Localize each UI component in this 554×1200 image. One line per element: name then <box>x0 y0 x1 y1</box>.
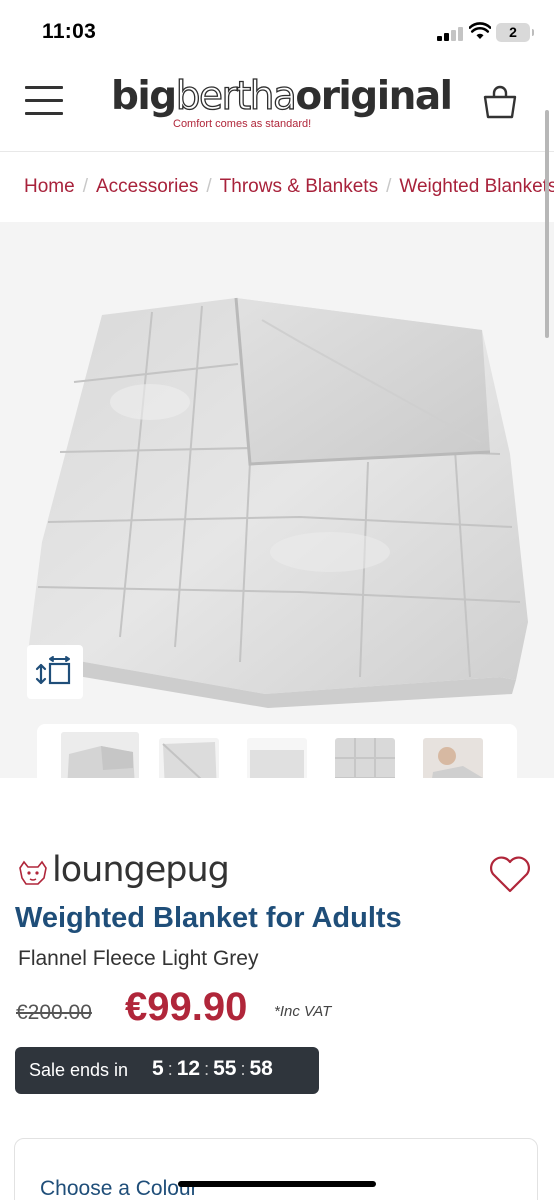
logo-part-bertha: bertha <box>175 74 297 119</box>
breadcrumb-throws-blankets[interactable]: Throws & Blankets <box>220 176 378 197</box>
battery-icon: 2 <box>496 23 534 42</box>
brand-name: loungepug <box>52 850 230 890</box>
sale-countdown: Sale ends in 5:12:55:58 <box>15 1047 319 1094</box>
countdown-minutes: 55 <box>213 1057 237 1080</box>
sale-price: €99.90 <box>125 985 248 1029</box>
vat-note: *Inc VAT <box>274 1003 332 1020</box>
bag-icon[interactable] <box>482 84 518 120</box>
product-subtitle: Flannel Fleece Light Grey <box>18 947 259 970</box>
status-bar: 11:03 2 <box>0 0 554 62</box>
breadcrumb-home[interactable]: Home <box>24 176 75 197</box>
countdown-hours: 12 <box>176 1057 201 1080</box>
original-price: €200.00 <box>16 1001 92 1024</box>
product-image[interactable] <box>0 222 554 778</box>
resize-icon[interactable] <box>27 645 83 699</box>
colour-heading: Choose a Colour <box>40 1177 198 1200</box>
countdown-timer: 5:12:55:58 <box>152 1057 273 1080</box>
home-indicator[interactable] <box>178 1181 376 1187</box>
scrollbar[interactable] <box>545 110 549 338</box>
site-logo[interactable]: bigberthaoriginal Comfort comes as stand… <box>111 74 453 136</box>
logo-part-big: big <box>111 74 177 119</box>
breadcrumb-separator: / <box>386 176 392 197</box>
colour-selector[interactable]: Choose a Colour <box>14 1138 538 1200</box>
sale-label: Sale ends in <box>29 1060 129 1080</box>
product-info: loungepug Weighted Blanket for Adults Fl… <box>0 778 554 1200</box>
wifi-icon <box>469 22 491 39</box>
status-time: 11:03 <box>42 20 97 43</box>
product-title: Weighted Blanket for Adults <box>15 902 402 934</box>
breadcrumb-separator: / <box>82 176 88 197</box>
pug-icon <box>19 860 47 885</box>
product-hero <box>0 222 554 778</box>
signal-icon <box>437 26 463 41</box>
countdown-days: 5 <box>152 1057 164 1080</box>
breadcrumb-separator: / <box>206 176 212 197</box>
logo-tagline: Comfort comes as standard! <box>173 118 312 130</box>
site-header: bigberthaoriginal Comfort comes as stand… <box>0 62 554 152</box>
breadcrumb-weighted-blankets[interactable]: Weighted Blankets <box>399 176 554 197</box>
brand-logo[interactable]: loungepug <box>16 850 256 894</box>
breadcrumb-accessories[interactable]: Accessories <box>96 176 198 197</box>
logo-part-original: original <box>295 74 453 119</box>
menu-icon[interactable] <box>25 84 63 118</box>
breadcrumb: Home / Accessories / Throws & Blankets / Weigh… <box>24 176 554 198</box>
countdown-seconds: 58 <box>249 1057 273 1080</box>
heart-icon[interactable] <box>488 854 532 894</box>
